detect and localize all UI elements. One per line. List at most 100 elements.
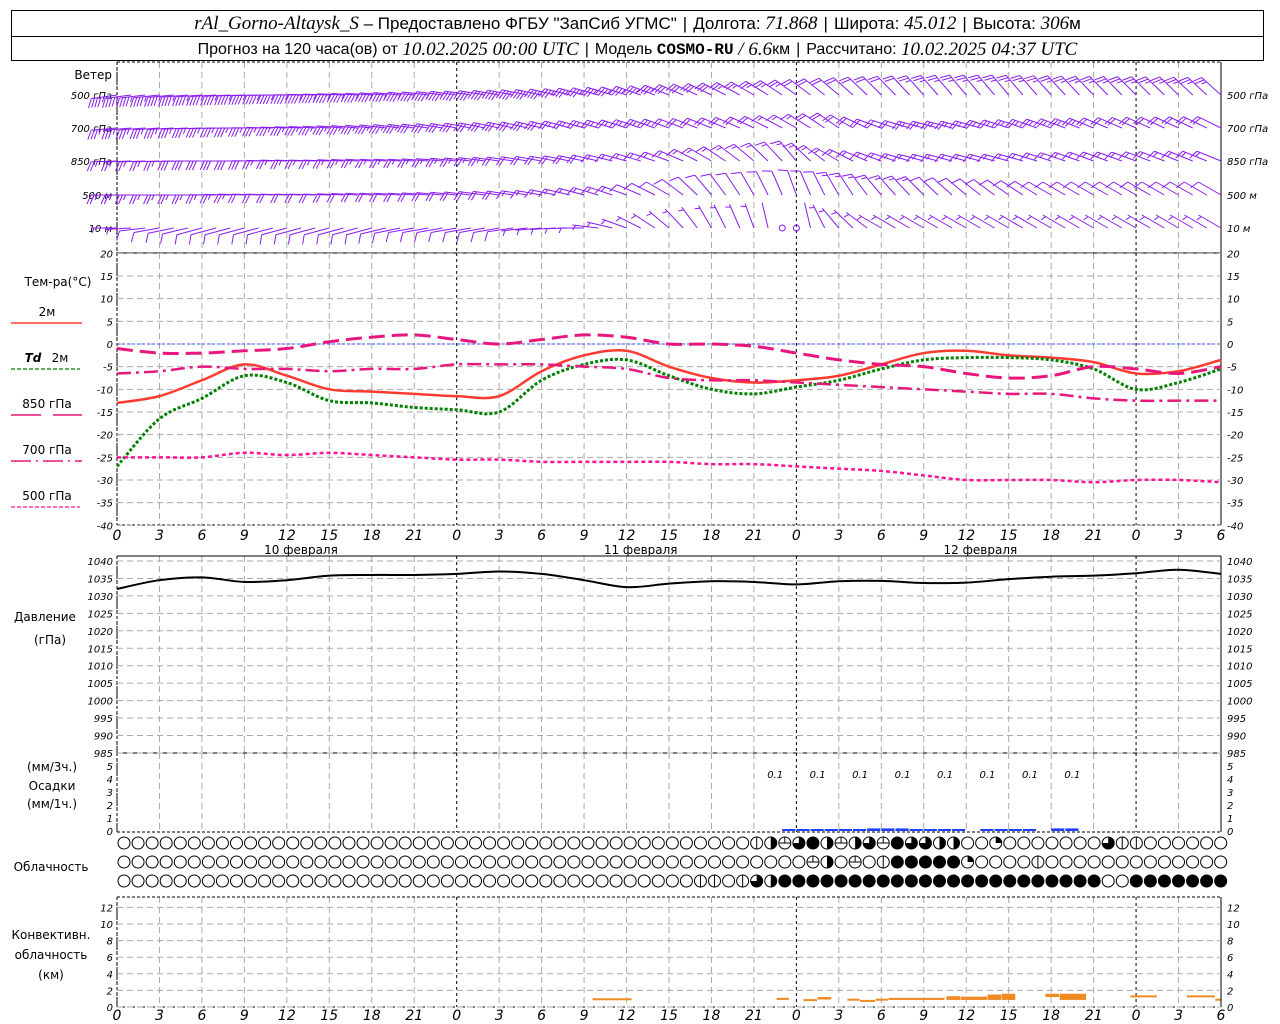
cloud-circle (651, 855, 665, 869)
barb-feather (717, 85, 723, 90)
barb-feather (731, 171, 741, 174)
barb-feather (715, 172, 726, 176)
wind-barb (425, 191, 457, 202)
barb-shaft (943, 214, 967, 229)
barb-feather (646, 212, 652, 217)
cloud-cover-symbol (989, 855, 1003, 869)
barb-feather (448, 158, 452, 164)
wind-barb (762, 170, 783, 196)
cloud-cover-symbol (623, 855, 637, 869)
barb-feather (996, 74, 1007, 79)
wind-barb (453, 191, 486, 201)
barb-shaft (870, 152, 896, 162)
cloud-cover-symbol (1045, 855, 1059, 869)
cloud-cover-symbol (258, 836, 272, 850)
barb-shaft (1196, 150, 1222, 162)
cloud-cover-symbol (412, 836, 426, 850)
cloud-cover-symbol (947, 836, 961, 850)
barb-feather (1069, 216, 1075, 221)
wind-barb (1026, 214, 1052, 229)
cloud-cover-symbol (792, 855, 806, 869)
cloud-cover-symbol (1172, 874, 1185, 888)
cloud-circle (511, 874, 525, 888)
barb-feather (239, 127, 243, 133)
wind-barb (116, 227, 146, 241)
barb-feather (771, 116, 777, 121)
barb-shaft (1056, 214, 1080, 229)
cloud-cover-symbol (1059, 855, 1073, 869)
barb-feather (814, 149, 820, 154)
barb-shaft (1197, 116, 1222, 129)
wind-barb (1154, 214, 1179, 229)
wind-barb (778, 224, 786, 232)
y-tick-label-right: -20 (1227, 431, 1243, 442)
legend-850-label: 850 гПа (22, 397, 71, 411)
cloud-cover-symbol (1087, 855, 1101, 869)
wind-barb (821, 148, 854, 162)
barb-feather (629, 153, 634, 159)
cloud-cover-symbol (1031, 874, 1045, 888)
y-tick-label-right: 5 (1227, 317, 1233, 328)
cloud-cover-symbol (342, 874, 356, 888)
barb-feather (137, 194, 141, 201)
wind-barb (1040, 214, 1066, 229)
x-tick-label-bottom: 3 (1174, 1008, 1183, 1024)
barb-shaft (940, 153, 967, 162)
barb-shaft (912, 153, 939, 162)
barb-feather (962, 79, 968, 82)
cloud-cover-symbol (215, 836, 229, 850)
barb-feather (1195, 152, 1201, 157)
barb-shaft (190, 227, 217, 236)
barb-feather (770, 140, 780, 145)
barb-feather (1187, 81, 1193, 85)
cloud-cover-symbol (820, 836, 834, 850)
x-tick-label: 3 (495, 528, 504, 544)
cloud-title: Облачность (14, 860, 89, 874)
barb-shaft (847, 76, 868, 96)
convective-cloud-bar (888, 997, 945, 1000)
wind-level-label-right: 10 м (1227, 224, 1251, 235)
y-tick-label-right: 990 (1227, 732, 1246, 743)
y-tick-label-left: 3 (107, 788, 113, 799)
barb-feather (978, 179, 988, 186)
cloud-cover-symbol (750, 855, 764, 869)
cloud-cover-symbol (862, 836, 876, 850)
y-tick-label-right: 1015 (1227, 644, 1252, 655)
wind-barb (1125, 214, 1151, 229)
cloud-cover-symbol (159, 836, 173, 850)
barb-feather (1040, 77, 1051, 82)
cloud-circle (961, 836, 975, 850)
wind-barb (669, 176, 698, 196)
cloud-cover-symbol (1003, 855, 1017, 869)
cloud-circle (469, 874, 482, 888)
barb-feather (434, 158, 438, 164)
barb-feather (1124, 152, 1130, 158)
cloud-circle (1087, 855, 1101, 869)
x-tick-label-bottom: 0 (1132, 1008, 1141, 1024)
x-tick-label: 9 (240, 528, 249, 544)
cloud-cover-symbol (483, 874, 497, 888)
cloud-cover-symbol (328, 874, 342, 888)
x-tick-label-bottom: 6 (1217, 1008, 1226, 1024)
cloud-circle (722, 836, 736, 850)
cloud-cover-symbol (356, 836, 370, 850)
barb-feather (1125, 216, 1131, 221)
cloud-cover-symbol (258, 855, 272, 869)
wind-barb (1083, 214, 1109, 229)
barb-shaft (304, 227, 330, 236)
cloud-cover-symbol (1129, 855, 1143, 869)
cloud-cover-symbol (918, 836, 932, 850)
cloud-cover-symbol (426, 855, 440, 869)
cloud-circle (989, 855, 1003, 869)
cloud-circle (370, 874, 384, 888)
cloud-circle (1073, 874, 1087, 888)
cloud-circle (314, 855, 328, 869)
cloud-cover-symbol (932, 874, 946, 888)
x-tick-label: 3 (155, 528, 164, 544)
wind-barb (1012, 214, 1038, 229)
barb-feather (984, 77, 995, 81)
cloud-cover-symbol (876, 874, 890, 888)
barb-feather (137, 161, 141, 167)
cloud-cover-symbol (1101, 855, 1115, 869)
cloud-cover-symbol (384, 855, 398, 869)
